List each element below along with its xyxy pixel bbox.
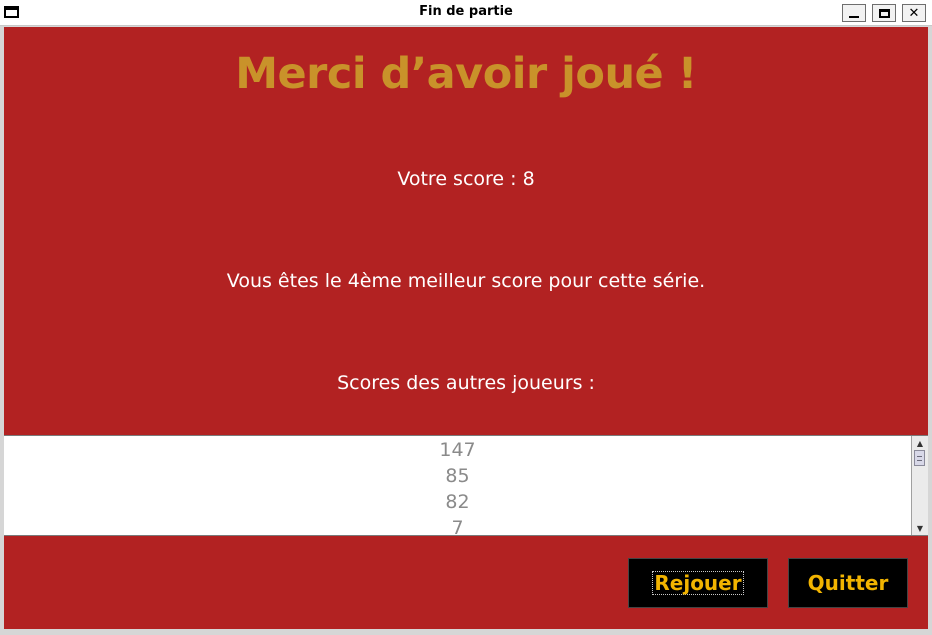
page-title: Merci d’avoir joué ! [235, 49, 697, 99]
score-items: 147 85 82 7 [4, 437, 911, 535]
replay-button[interactable]: Rejouer [628, 558, 768, 608]
list-item[interactable]: 82 [4, 489, 911, 515]
scrollbar-thumb[interactable] [914, 450, 925, 466]
minimize-button[interactable] [842, 4, 866, 22]
game-over-panel: Merci d’avoir joué ! Votre score : 8 Vou… [4, 27, 928, 629]
window-title: Fin de partie [419, 4, 513, 19]
maximize-button[interactable] [872, 4, 896, 22]
quit-button-label: Quitter [807, 571, 889, 595]
other-scores-label: Scores des autres joueurs : [337, 372, 595, 394]
list-item[interactable]: 7 [4, 515, 911, 535]
list-item[interactable]: 147 [4, 437, 911, 463]
vertical-scrollbar[interactable]: ▲ ▼ [911, 436, 928, 535]
replay-button-label: Rejouer [652, 571, 744, 595]
close-icon: ✕ [908, 5, 920, 21]
close-button[interactable]: ✕ [902, 4, 926, 22]
maximize-icon [878, 8, 890, 18]
quit-button[interactable]: Quitter [788, 558, 908, 608]
player-score: Votre score : 8 [397, 168, 535, 190]
other-scores-list[interactable]: 147 85 82 7 ▲ ▼ [4, 435, 928, 536]
arrow-up-icon[interactable]: ▲ [912, 436, 928, 450]
list-item[interactable]: 85 [4, 463, 911, 489]
title-bar: Fin de partie ✕ [0, 0, 932, 26]
minimize-icon [849, 16, 859, 18]
arrow-down-icon[interactable]: ▼ [912, 521, 928, 535]
player-rank: Vous êtes le 4ème meilleur score pour ce… [226, 270, 706, 292]
